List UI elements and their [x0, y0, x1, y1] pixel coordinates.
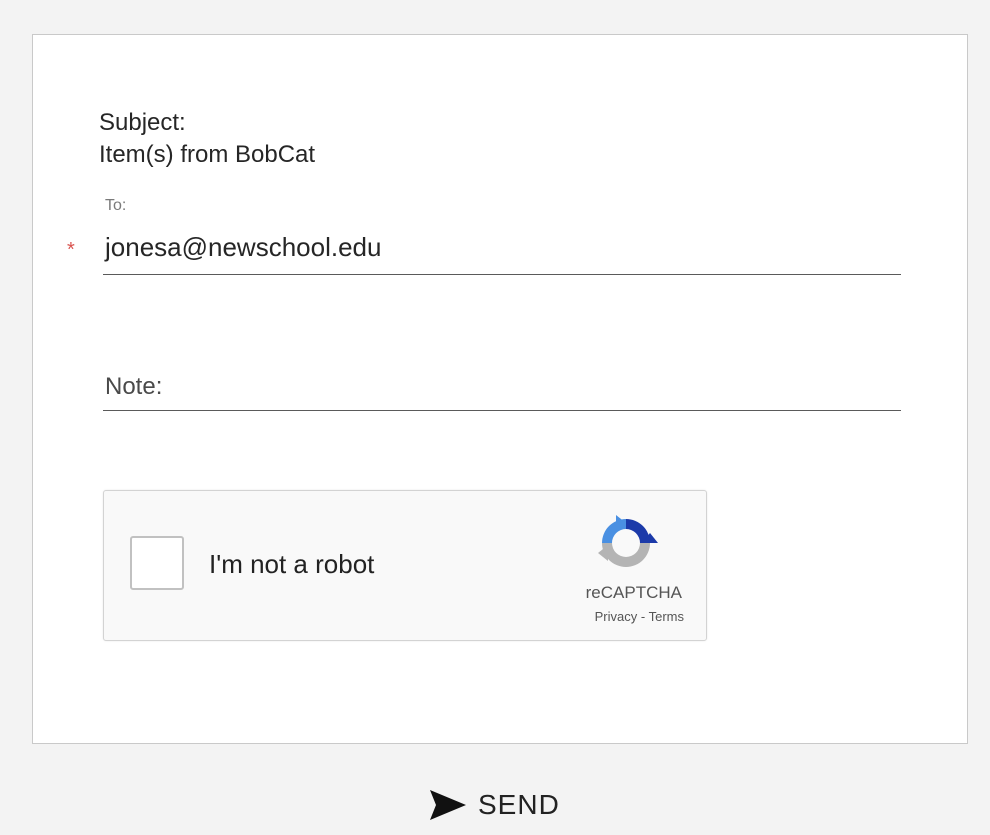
- send-button[interactable]: SEND: [428, 783, 560, 827]
- to-email-value[interactable]: jonesa@newschool.edu: [105, 231, 381, 263]
- recaptcha-widget: I'm not a robot reCAPTCHA Privacy - Term…: [103, 490, 707, 641]
- page-background: Subject: Item(s) from BobCat To: * jones…: [0, 0, 990, 835]
- recaptcha-logo-icon: [598, 515, 658, 567]
- recaptcha-brand: reCAPTCHA: [585, 583, 682, 602]
- subject-label: Subject:: [99, 109, 186, 136]
- subject-value: Item(s) from BobCat: [99, 141, 316, 168]
- recaptcha-links: Privacy - Terms: [595, 609, 684, 624]
- recaptcha-checkbox[interactable]: [130, 536, 184, 590]
- note-field[interactable]: Note:: [103, 365, 901, 411]
- required-marker: *: [67, 239, 75, 261]
- recaptcha-label: I'm not a robot: [209, 549, 375, 579]
- recaptcha-link-separator: -: [640, 609, 646, 624]
- recaptcha-privacy-link[interactable]: Privacy: [595, 609, 638, 624]
- send-icon: [430, 790, 466, 820]
- note-placeholder: Note:: [105, 373, 163, 400]
- email-form-card: Subject: Item(s) from BobCat To: * jones…: [32, 34, 968, 744]
- to-email-field[interactable]: jonesa@newschool.edu: [103, 229, 901, 275]
- recaptcha-terms-link[interactable]: Terms: [649, 609, 684, 624]
- subject-block: Subject: Item(s) from BobCat: [99, 107, 315, 171]
- to-label: To:: [105, 197, 127, 214]
- send-button-label: SEND: [478, 789, 560, 820]
